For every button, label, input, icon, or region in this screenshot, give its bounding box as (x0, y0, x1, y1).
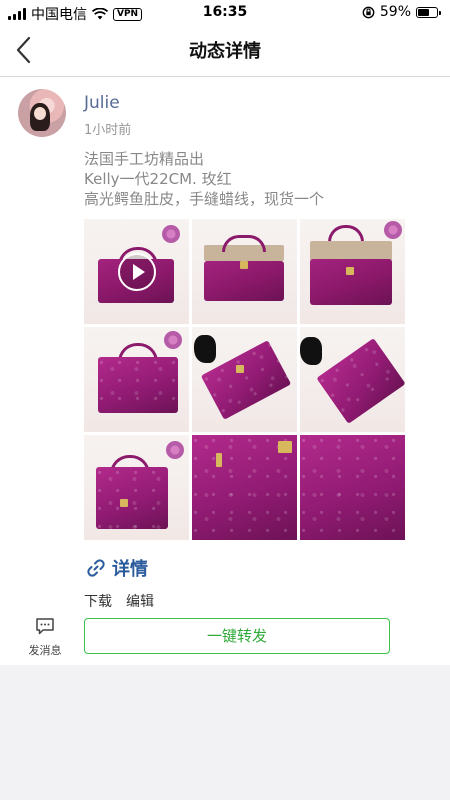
page-title: 动态详情 (189, 41, 261, 62)
send-message-button[interactable]: 发消息 (24, 617, 66, 658)
post-text-line: 高光鳄鱼肚皮，手缝蜡线，现货一个 (84, 190, 325, 208)
post-image-1[interactable] (84, 219, 189, 324)
details-link[interactable]: 详情 (86, 555, 148, 581)
action-links: 下载 编辑 (84, 591, 154, 611)
status-bar: 中国电信 VPN 16:35 59% (0, 0, 450, 24)
orientation-lock-icon (362, 6, 375, 18)
post-image-4[interactable] (84, 327, 189, 432)
post-image-3[interactable] (300, 219, 405, 324)
status-right: 59% (362, 4, 441, 20)
image-grid (84, 219, 406, 541)
post-text-line: Kelly一代22CM. 玫红 (84, 170, 232, 188)
battery-icon (416, 6, 441, 18)
download-link[interactable]: 下载 (84, 591, 112, 611)
battery-fill (418, 8, 429, 16)
avatar[interactable] (18, 89, 66, 137)
post-timestamp: 1小时前 (84, 123, 132, 138)
send-message-label: 发消息 (28, 644, 62, 657)
play-icon[interactable] (118, 253, 156, 291)
post-text: 法国手工坊精品出 Kelly一代22CM. 玫红 高光鳄鱼肚皮，手缝蜡线，现货一… (84, 149, 324, 209)
battery-percent: 59% (379, 4, 411, 20)
post-image-7[interactable] (84, 435, 189, 540)
post-text-line: 法国手工坊精品出 (84, 150, 205, 168)
link-icon (87, 559, 105, 577)
one-click-forward-button[interactable]: 一键转发 (84, 618, 390, 654)
chat-icon (36, 618, 54, 635)
details-label: 详情 (112, 559, 148, 580)
post-card: Julie 1小时前 法国手工坊精品出 Kelly一代22CM. 玫红 高光鳄鱼… (0, 77, 450, 665)
nav-bar: 动态详情 (0, 24, 450, 77)
post-image-8[interactable] (192, 435, 297, 540)
edit-link[interactable]: 编辑 (126, 591, 154, 611)
empty-bottom-area (0, 665, 450, 800)
post-image-5[interactable] (192, 327, 297, 432)
post-image-6[interactable] (300, 327, 405, 432)
post-image-9[interactable] (300, 435, 405, 540)
post-image-2[interactable] (192, 219, 297, 324)
username[interactable]: Julie (84, 93, 120, 113)
